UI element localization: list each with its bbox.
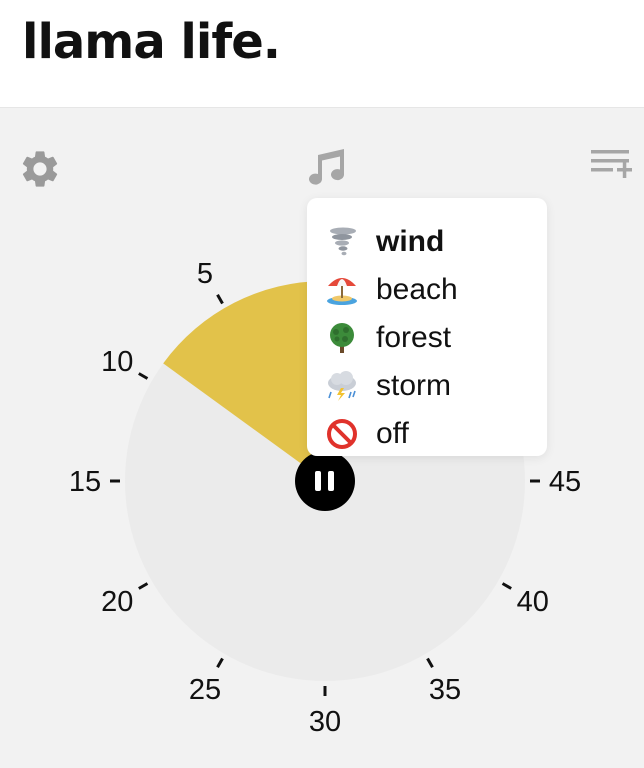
beach-umbrella-icon	[327, 278, 357, 305]
dial-label: 30	[309, 706, 341, 738]
pause-icon	[315, 471, 321, 491]
sound-option-label: wind	[376, 225, 445, 258]
dial-tick	[426, 657, 434, 668]
sound-option-wind[interactable]: wind	[307, 218, 547, 266]
dial-label: 45	[549, 466, 581, 498]
dial-tick	[216, 657, 224, 668]
storm-cloud-icon	[328, 371, 356, 401]
dial-label: 20	[101, 586, 133, 618]
dial-tick	[138, 582, 149, 590]
dial-label: 5	[197, 258, 213, 290]
sound-option-forest[interactable]: forest	[307, 314, 547, 362]
dial-tick	[216, 294, 224, 305]
sound-option-label: off	[376, 417, 409, 450]
tornado-icon	[330, 227, 356, 256]
dial-label: 10	[101, 346, 133, 378]
sound-option-off[interactable]: off	[307, 410, 547, 458]
dial-label: 15	[69, 466, 101, 498]
sound-menu: wind beach forest storm off	[307, 198, 547, 456]
dial-tick	[138, 372, 149, 380]
sound-option-beach[interactable]: beach	[307, 266, 547, 314]
sound-option-label: beach	[376, 273, 458, 306]
sound-option-label: storm	[376, 369, 451, 402]
tree-icon	[330, 323, 354, 353]
dial-label: 35	[429, 674, 461, 706]
sound-option-storm[interactable]: storm	[307, 362, 547, 410]
pause-button[interactable]	[295, 451, 355, 511]
dial-label: 40	[517, 586, 549, 618]
dial-label: 25	[189, 674, 221, 706]
prohibited-icon	[327, 419, 357, 449]
sound-option-label: forest	[376, 321, 452, 354]
dial-tick	[501, 582, 512, 590]
